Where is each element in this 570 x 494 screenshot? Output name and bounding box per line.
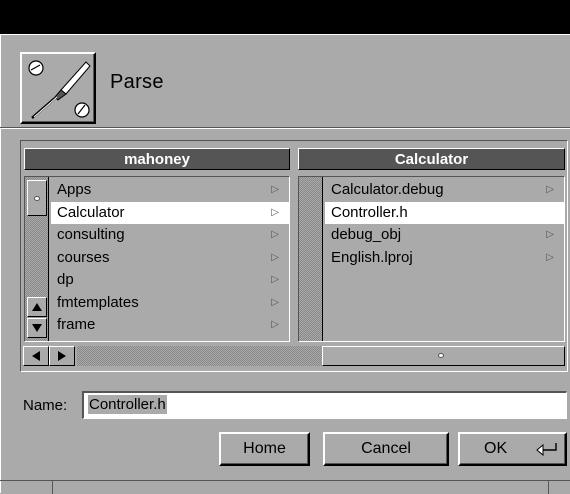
return-key-icon xyxy=(536,443,557,456)
list-item[interactable]: courses ▷ xyxy=(51,247,289,270)
arrow-down-icon xyxy=(32,324,42,332)
branch-arrow-icon: ▷ xyxy=(271,319,279,330)
branch-arrow-icon: ▷ xyxy=(546,251,554,263)
cancel-button[interactable]: Cancel xyxy=(323,432,449,466)
panel-title: Parse xyxy=(110,71,164,93)
screwdriver-icon xyxy=(28,60,91,119)
scroll-left-button[interactable] xyxy=(23,346,49,366)
column-2-list: Calculator.debug ▷ Controller.h debug_obj… xyxy=(325,179,564,269)
name-label: Name: xyxy=(23,397,68,414)
window-title-bar[interactable] xyxy=(0,0,570,34)
name-input-value[interactable]: Controller.h xyxy=(88,395,167,414)
column-title-1: mahoney xyxy=(24,148,290,170)
home-button[interactable]: Home xyxy=(219,432,310,466)
header-divider xyxy=(0,127,570,129)
column-1-list: Apps ▷ Calculator ▷ consulting ▷ courses ▷ d… xyxy=(51,179,289,337)
list-item[interactable]: dp ▷ xyxy=(51,269,289,292)
arrow-left-icon xyxy=(32,351,40,361)
list-item[interactable]: consulting ▷ xyxy=(51,224,289,247)
column-1-scrollbar[interactable] xyxy=(25,177,49,341)
branch-arrow-icon: ▷ xyxy=(271,184,279,195)
browser-column-1[interactable]: Apps ▷ Calculator ▷ consulting ▷ courses ▷ d… xyxy=(24,176,290,342)
ok-button[interactable]: OK xyxy=(458,432,567,466)
arrow-right-icon xyxy=(58,351,66,361)
column-1-scroll-knob[interactable] xyxy=(27,180,47,216)
list-item[interactable]: debug_obj ▷ xyxy=(325,224,564,247)
branch-arrow-icon: ▷ xyxy=(271,274,279,285)
column-2-scrollbar[interactable] xyxy=(299,177,323,341)
panel-icon-tile xyxy=(20,52,96,124)
bottom-edge xyxy=(0,480,570,494)
browser-horizontal-scrollbar[interactable] xyxy=(23,344,565,368)
branch-arrow-icon: ▷ xyxy=(271,206,279,218)
branch-arrow-icon: ▷ xyxy=(546,229,554,240)
branch-arrow-icon: ▷ xyxy=(271,296,279,308)
scroll-down-button[interactable] xyxy=(27,318,47,338)
list-item[interactable]: frame ▷ xyxy=(51,314,289,337)
list-item[interactable]: Apps ▷ xyxy=(51,179,289,202)
list-item[interactable]: English.lproj ▷ xyxy=(325,247,564,270)
branch-arrow-icon: ▷ xyxy=(271,229,279,240)
browser-column-2[interactable]: Calculator.debug ▷ Controller.h debug_obj… xyxy=(298,176,565,342)
list-item[interactable]: fmtemplates ▷ xyxy=(51,292,289,315)
horizontal-scroll-track[interactable] xyxy=(77,346,565,366)
arrow-up-icon xyxy=(32,303,42,311)
list-item[interactable]: Calculator.debug ▷ xyxy=(325,179,564,202)
name-input[interactable]: Controller.h xyxy=(82,391,567,419)
ok-button-label: OK xyxy=(484,440,508,457)
scroll-up-button[interactable] xyxy=(27,297,47,317)
horizontal-scroll-knob[interactable] xyxy=(322,346,565,366)
scroll-right-button[interactable] xyxy=(49,346,75,366)
column-title-2: Calculator xyxy=(298,148,565,170)
branch-arrow-icon: ▷ xyxy=(546,184,554,195)
list-item[interactable]: Calculator ▷ xyxy=(51,201,289,224)
branch-arrow-icon: ▷ xyxy=(271,251,279,263)
list-item[interactable]: Controller.h xyxy=(325,201,564,224)
